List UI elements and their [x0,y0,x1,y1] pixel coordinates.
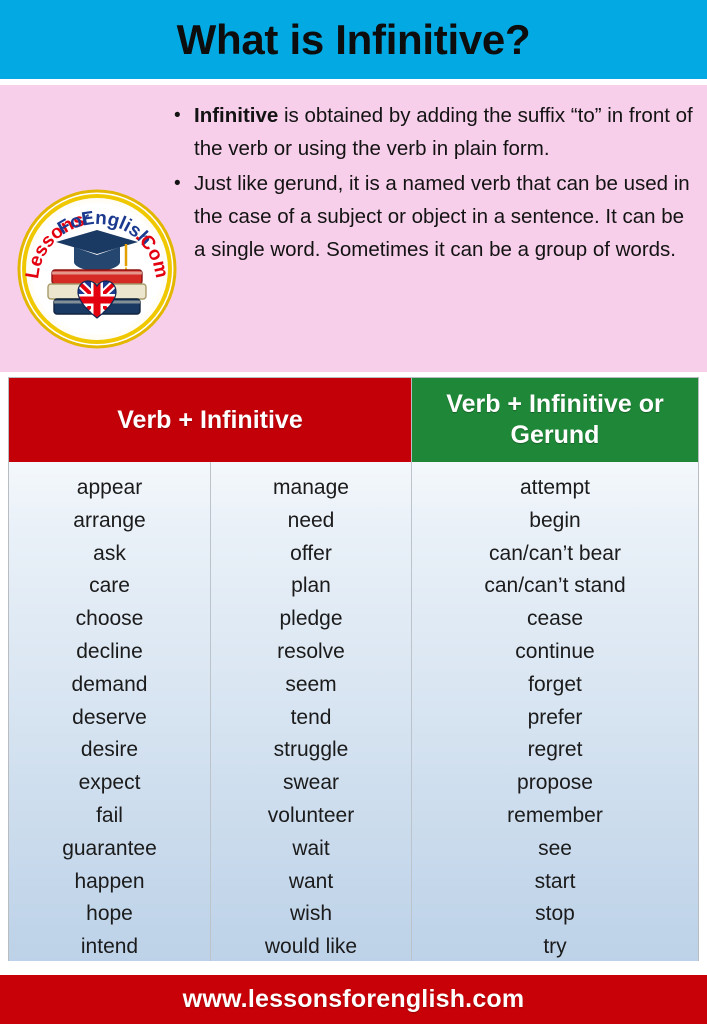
verb-word: wish [289,902,332,926]
verb-word: stop [535,902,575,926]
verb-word: volunteer [267,803,355,827]
intro-bullet-1-text: Infinitive is obtained by adding the suf… [194,99,697,165]
verb-word: attempt [519,476,591,499]
intro-bullet-2: • Just like gerund, it is a named verb t… [172,167,697,266]
verb-word: want [288,869,334,893]
intro-bullet-list: • Infinitive is obtained by adding the s… [172,99,697,268]
verb-word: wait [292,836,330,860]
verb-word: hope [86,902,133,926]
verb-word: struggle [273,738,349,762]
verb-table-body: appear arrange ask care choose decline demand d… [9,462,698,961]
verb-word: decline [76,639,143,663]
verb-word: need [287,508,335,532]
verb-word: regret [527,738,583,762]
verb-word: propose [517,771,593,795]
verb-word: would like [264,935,358,959]
verb-word: forget [528,672,582,696]
verb-word: tend [290,705,332,729]
header-verb-infinitive-or-gerund: Verb + Infinitive or Gerund [411,378,698,462]
verb-word: appear [76,476,143,499]
verb-word: offer [290,541,332,565]
verb-word: see [538,836,572,860]
verb-table-header-row: Verb + Infinitive Verb + Infinitive or G… [9,378,698,462]
title-banner: What is Infinitive? [0,0,707,79]
verb-word: demand [71,672,148,696]
infographic-page: What is Infinitive? Lessons For English … [0,0,707,1024]
verb-word: remember [507,803,603,827]
verb-table: Verb + Infinitive Verb + Infinitive or G… [8,377,699,961]
verb-word: happen [74,869,145,893]
intro-section: Lessons For English .Com • Infinitive is… [0,85,707,372]
verb-word: guarantee [62,836,157,860]
verb-word: seem [285,672,337,696]
verb-word: fail [96,803,123,827]
verb-word: continue [515,639,595,663]
intro-bullet-1-lead: Infinitive [194,104,279,127]
verb-word: desire [80,738,139,762]
verb-word: begin [529,508,581,532]
verb-word: manage [273,476,349,499]
page-title: What is Infinitive? [176,15,531,63]
verb-word: choose [75,607,144,631]
verb-word: arrange [73,508,146,532]
verb-column-1: appear arrange ask care choose decline demand d… [9,462,210,961]
verb-word: prefer [527,705,583,729]
verb-word: start [534,869,576,893]
verb-word: can/can’t bear [489,541,621,565]
verb-word: swear [282,771,340,795]
lessons-for-english-logo: Lessons For English .Com [16,188,178,350]
intro-bullet-2-text: Just like gerund, it is a named verb tha… [194,172,690,261]
verb-word: can/can’t stand [484,574,626,598]
bullet-dot-icon: • [174,173,181,194]
intro-bullet-1: • Infinitive is obtained by adding the s… [172,99,697,165]
verb-column-3: attempt begin can/can’t bear can/can’t stan… [411,462,698,961]
footer-bar: www.lessonsforenglish.com [0,975,707,1024]
verb-word: try [543,935,567,959]
verb-word: expect [78,771,141,795]
bullet-dot-icon: • [174,105,181,126]
header-verb-infinitive: Verb + Infinitive [9,378,411,462]
verb-word: cease [526,607,584,631]
verb-word: plan [291,574,331,598]
logo-badge-graphic: Lessons For English .Com [17,189,177,349]
verb-word: deserve [72,705,147,729]
verb-word: resolve [277,639,345,663]
verb-word: ask [93,541,126,565]
verb-word: pledge [279,607,343,631]
verb-column-2: manage need offer plan pledge resolve seem tend… [210,462,411,961]
footer-website-url: www.lessonsforenglish.com [182,985,525,1013]
verb-word: care [89,574,130,598]
verb-word: intend [80,935,139,959]
